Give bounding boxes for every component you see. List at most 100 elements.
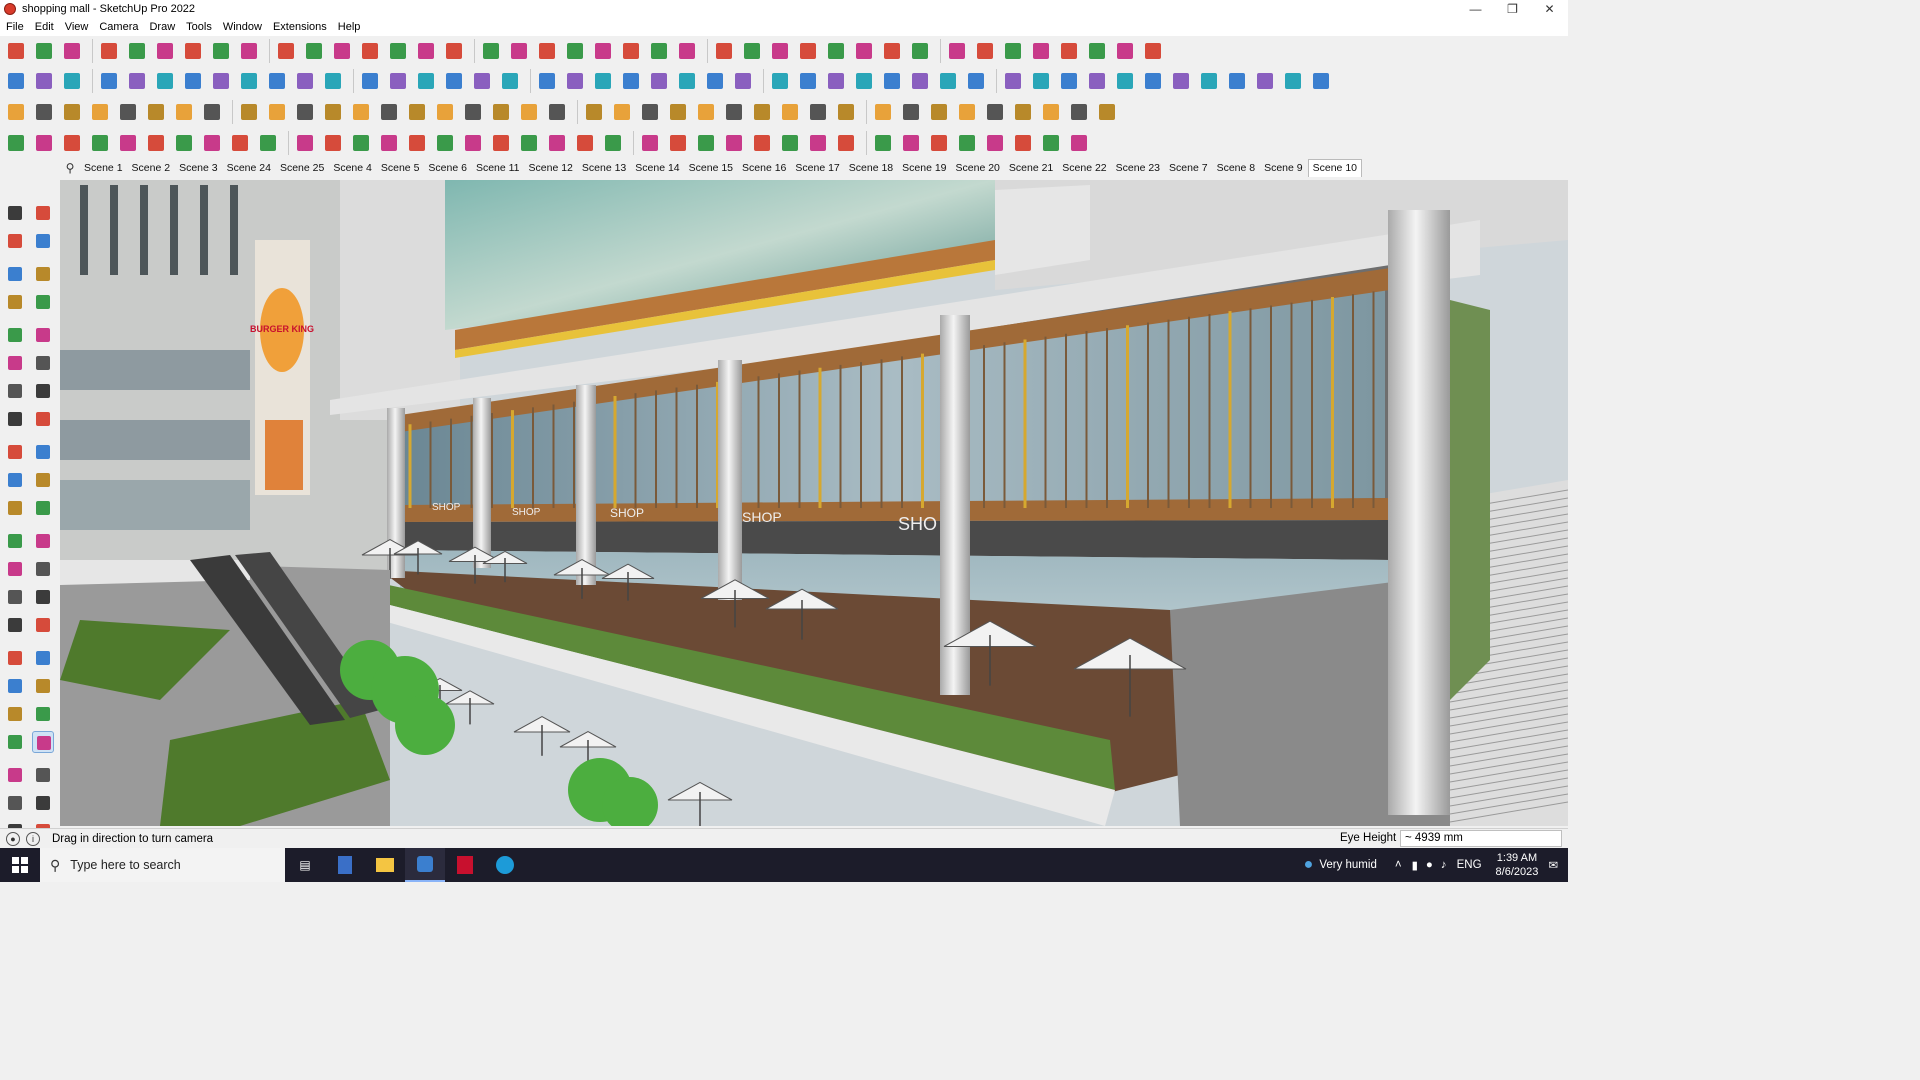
restore-icon[interactable]: ❐ [1494,0,1531,18]
toolbar-tool-icon[interactable] [601,131,625,155]
toolbar-tool-icon[interactable] [442,39,466,63]
toolbar-tool-icon[interactable] [293,131,317,155]
model-viewport[interactable]: BURGER KING SHOP SHOP SHOP SHOP SHO [60,180,1568,826]
toolbar-tool-icon[interactable] [153,69,177,93]
scene-tab[interactable]: Scene 7 [1165,162,1212,174]
toolbar-tool-icon[interactable] [330,39,354,63]
palette-tool-icon[interactable] [32,731,54,753]
battery-icon[interactable]: ▮ [1412,858,1418,872]
weather-text[interactable]: Very humid [1319,859,1377,871]
scene-tab[interactable]: Scene 23 [1112,162,1164,174]
toolbar-tool-icon[interactable] [591,69,615,93]
info-icon[interactable]: i [26,831,40,846]
toolbar-tool-icon[interactable] [750,100,774,124]
toolbar-tool-icon[interactable] [209,69,233,93]
toolbar-tool-icon[interactable] [563,69,587,93]
palette-tool-icon[interactable] [4,530,26,552]
toolbar-tool-icon[interactable] [1197,69,1221,93]
scene-tab[interactable]: Scene 8 [1213,162,1260,174]
toolbar-tool-icon[interactable] [582,100,606,124]
toolbar-tool-icon[interactable] [321,69,345,93]
toolbar-tool-icon[interactable] [144,100,168,124]
chevron-up-icon[interactable]: ˄ [1395,859,1402,871]
close-icon[interactable]: ✕ [1531,0,1568,18]
menu-tools[interactable]: Tools [186,21,212,33]
scene-search-icon[interactable]: ⚲ [60,161,80,175]
toolbar-tool-icon[interactable] [750,131,774,155]
toolbar-tool-icon[interactable] [116,100,140,124]
palette-tool-icon[interactable] [32,324,54,346]
toolbar-tool-icon[interactable] [265,100,289,124]
scene-tab[interactable]: Scene 16 [738,162,790,174]
palette-tool-icon[interactable] [4,441,26,463]
taskbar-search[interactable]: ⚲ Type here to search [40,848,285,882]
toolbar-tool-icon[interactable] [824,39,848,63]
toolbar-tool-icon[interactable] [899,131,923,155]
toolbar-tool-icon[interactable] [1057,39,1081,63]
palette-tool-icon[interactable] [4,703,26,725]
toolbar-tool-icon[interactable] [181,69,205,93]
toolbar-tool-icon[interactable] [535,39,559,63]
toolbar-tool-icon[interactable] [274,39,298,63]
toolbar-tool-icon[interactable] [806,100,830,124]
toolbar-tool-icon[interactable] [563,39,587,63]
toolbar-tool-icon[interactable] [1039,100,1063,124]
toolbar-tool-icon[interactable] [209,39,233,63]
toolbar-tool-icon[interactable] [358,69,382,93]
scene-tab[interactable]: Scene 19 [898,162,950,174]
toolbar-tool-icon[interactable] [498,69,522,93]
acrobat-icon[interactable] [445,848,485,882]
toolbar-tool-icon[interactable] [32,69,56,93]
language-indicator[interactable]: ENG [1457,859,1482,871]
toolbar-tool-icon[interactable] [778,131,802,155]
toolbar-tool-icon[interactable] [377,100,401,124]
palette-tool-icon[interactable] [32,558,54,580]
palette-tool-icon[interactable] [4,764,26,786]
toolbar-tool-icon[interactable] [824,69,848,93]
toolbar-tool-icon[interactable] [433,131,457,155]
toolbar-tool-icon[interactable] [507,39,531,63]
toolbar-tool-icon[interactable] [349,131,373,155]
palette-tool-icon[interactable] [32,586,54,608]
scene-tab[interactable]: Scene 3 [175,162,222,174]
toolbar-tool-icon[interactable] [489,100,513,124]
toolbar-tool-icon[interactable] [172,100,196,124]
measurements-input[interactable]: ~ 4939 mm [1400,830,1562,847]
scene-tab[interactable]: Scene 5 [377,162,424,174]
toolbar-tool-icon[interactable] [172,131,196,155]
toolbar-tool-icon[interactable] [647,69,671,93]
toolbar-tool-icon[interactable] [1011,100,1035,124]
toolbar-tool-icon[interactable] [414,69,438,93]
notifications-icon[interactable]: ✉ [1548,858,1558,872]
toolbar-tool-icon[interactable] [983,100,1007,124]
edge-browser-icon[interactable] [485,848,525,882]
palette-tool-icon[interactable] [4,614,26,636]
toolbar-tool-icon[interactable] [694,100,718,124]
palette-tool-icon[interactable] [32,764,54,786]
toolbar-tool-icon[interactable] [200,131,224,155]
toolbar-tool-icon[interactable] [796,39,820,63]
palette-tool-icon[interactable] [32,263,54,285]
toolbar-tool-icon[interactable] [768,39,792,63]
toolbar-tool-icon[interactable] [321,131,345,155]
toolbar-tool-icon[interactable] [1253,69,1277,93]
toolbar-tool-icon[interactable] [722,100,746,124]
sketchup-taskbar-icon[interactable] [405,848,445,882]
menu-extensions[interactable]: Extensions [273,21,327,33]
toolbar-tool-icon[interactable] [125,39,149,63]
menu-camera[interactable]: Camera [99,21,138,33]
toolbar-tool-icon[interactable] [545,100,569,124]
scene-tab[interactable]: Scene 9 [1260,162,1307,174]
toolbar-tool-icon[interactable] [852,39,876,63]
toolbar-tool-icon[interactable] [1085,69,1109,93]
toolbar-tool-icon[interactable] [88,131,112,155]
palette-tool-icon[interactable] [32,202,54,224]
toolbar-tool-icon[interactable] [377,131,401,155]
toolbar-tool-icon[interactable] [936,69,960,93]
toolbar-tool-icon[interactable] [60,100,84,124]
palette-tool-icon[interactable] [32,647,54,669]
toolbar-tool-icon[interactable] [908,39,932,63]
toolbar-tool-icon[interactable] [1067,131,1091,155]
palette-tool-icon[interactable] [4,352,26,374]
toolbar-tool-icon[interactable] [871,100,895,124]
